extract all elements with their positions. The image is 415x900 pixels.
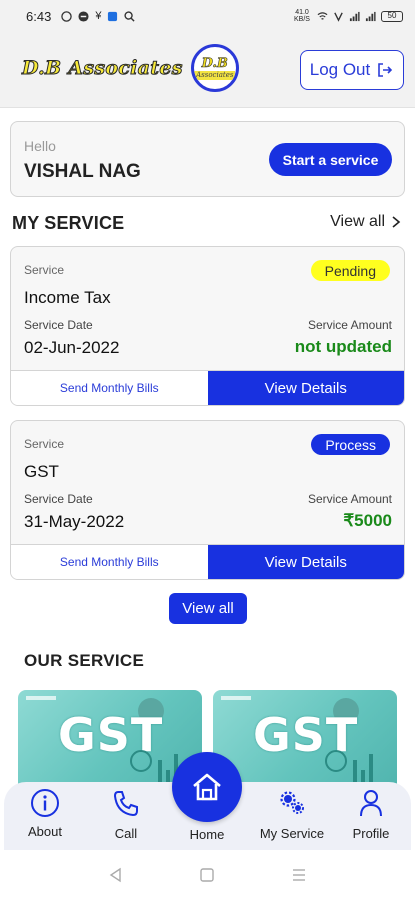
service-actions: Send Monthly Bills View Details (11, 544, 404, 579)
logo-badge-bottom: Associates (194, 70, 236, 80)
banner-decoration (26, 696, 56, 700)
send-monthly-bills-button[interactable]: Send Monthly Bills (11, 545, 208, 579)
status-time: 6:43 (26, 8, 52, 24)
service-name: GST (24, 462, 59, 481)
banner-decoration (325, 750, 347, 772)
service-amount-label: Service Amount (307, 318, 392, 332)
gears-icon (280, 791, 304, 814)
view-all-button[interactable]: View all (169, 593, 247, 624)
home-icon (193, 773, 221, 801)
status-badge-process: Process (311, 434, 390, 455)
back-icon[interactable] (108, 867, 124, 883)
service-amount-label: Service Amount (307, 492, 392, 506)
greeting-card: Hello VISHAL NAG Start a service (10, 121, 405, 197)
service-date: 31-May-2022 (24, 512, 125, 531)
view-all-link[interactable]: View all (330, 213, 401, 231)
service-label: Service (24, 437, 65, 451)
service-card-income-tax: Service Income Tax Pending Service Date … (10, 246, 405, 406)
greeting-hello: Hello (24, 138, 56, 154)
chevron-right-icon (392, 216, 401, 228)
view-details-button[interactable]: View Details (207, 545, 404, 579)
volte-icon (334, 12, 343, 22)
logo-badge-top: D.B (201, 55, 228, 71)
info-icon (31, 789, 59, 817)
nav-item-home[interactable] (172, 752, 242, 822)
menu-icon[interactable] (291, 867, 307, 883)
home-button-icon[interactable] (199, 867, 215, 883)
service-date-label: Service Date (24, 318, 93, 332)
service-label: Service (24, 263, 65, 277)
logout-button[interactable]: Log Out (300, 50, 404, 90)
service-date-label: Service Date (24, 492, 93, 506)
signal-icon-2 (365, 11, 376, 21)
service-amount: ₹5000 (343, 511, 392, 530)
signal-icon (349, 11, 360, 21)
search-icon (124, 10, 136, 22)
nav-label-profile: Profile (352, 826, 390, 841)
status-right: 41.0 KB/S 50 (292, 9, 403, 23)
nav-item-profile[interactable]: Profile (332, 788, 410, 841)
nav-label-call: Call (114, 826, 138, 841)
phone-icon (113, 791, 138, 817)
nav-label-about: About (28, 824, 62, 839)
service-date: 02-Jun-2022 (24, 338, 120, 357)
app-square-icon (108, 11, 118, 21)
nav-label-home: Home (189, 827, 225, 842)
my-service-title: MY SERVICE (12, 213, 125, 233)
view-details-button[interactable]: View Details (207, 371, 404, 405)
system-navigation-bar (0, 850, 415, 900)
nav-item-call[interactable]: Call (87, 788, 165, 841)
whatsapp-icon (61, 10, 73, 22)
wifi-icon (317, 11, 328, 20)
logo-badge: D.B Associates (190, 44, 239, 92)
view-all-label: View all (330, 213, 385, 230)
logout-label: Log Out (309, 60, 371, 79)
network-speed: 41.0 KB/S (294, 9, 310, 23)
send-monthly-bills-button[interactable]: Send Monthly Bills (11, 371, 208, 405)
battery-icon: 50 (381, 10, 403, 22)
status-left: 6:43 ¥ (26, 8, 136, 24)
logout-icon (378, 63, 393, 77)
minus-circle-icon (78, 10, 89, 22)
service-actions: Send Monthly Bills View Details (11, 370, 404, 405)
start-service-button[interactable]: Start a service (269, 143, 392, 176)
status-badge-pending: Pending (310, 260, 390, 281)
banner-decoration (130, 750, 152, 772)
app-header: D.B Associates D.B Associates Log Out (0, 32, 415, 108)
user-name: VISHAL NAG (24, 161, 141, 182)
company-logo: D.B Associates D.B Associates (22, 44, 239, 92)
person-icon (360, 790, 382, 817)
service-name: Income Tax (24, 288, 111, 307)
nav-label-my-service: My Service (259, 826, 325, 841)
yen-icon: ¥ (95, 10, 102, 22)
nav-item-about[interactable]: About (6, 788, 84, 839)
our-service-title: OUR SERVICE (24, 651, 145, 670)
service-card-gst: Service GST Process Service Date 31-May-… (10, 420, 405, 580)
status-bar: 6:43 ¥ 41.0 KB/S 50 (0, 0, 415, 32)
service-amount: not updated (294, 337, 392, 356)
banner-decoration (221, 696, 251, 700)
nav-item-my-service[interactable]: My Service (253, 788, 331, 841)
logo-text: D.B Associates (22, 57, 183, 80)
